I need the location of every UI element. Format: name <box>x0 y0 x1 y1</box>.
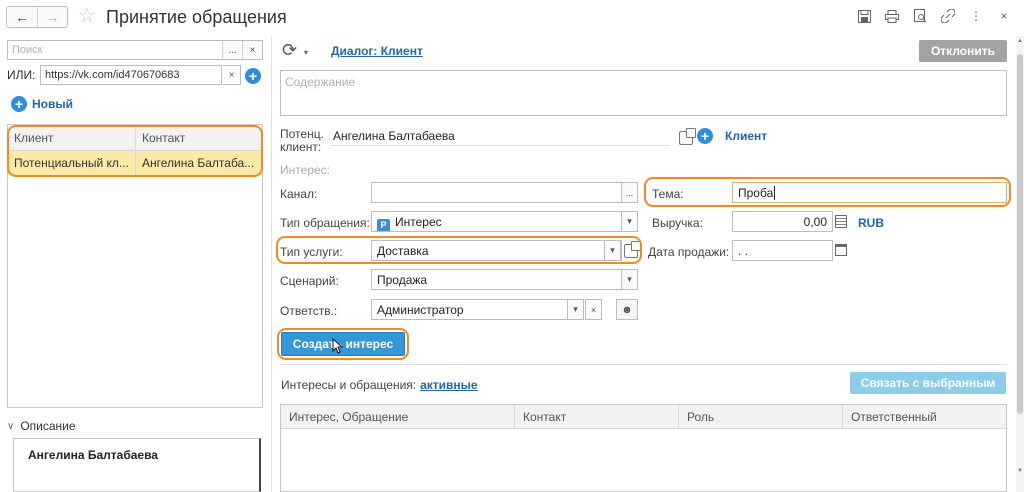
table-cell: Ангелина Балтаба... <box>142 156 255 170</box>
responsible-clear-button[interactable]: × <box>585 299 602 320</box>
service-type-label: Тип услуги: <box>280 245 343 259</box>
dialog-link[interactable]: Диалог: Клиент <box>331 44 423 58</box>
title-bar: ← → ☆ Принятие обращения ⋮ × <box>0 0 1024 34</box>
request-type-value: Интерес <box>395 215 442 229</box>
left-panel: ... × ИЛИ: https://vk.com/id470670683 × … <box>5 36 267 492</box>
content-input[interactable]: Содержание <box>280 70 1007 116</box>
interest-section-label: Интерес: <box>280 163 330 177</box>
new-label: Новый <box>32 97 73 111</box>
column-header[interactable]: Ответственный <box>843 405 1006 428</box>
ili-row: ИЛИ: https://vk.com/id470670683 × + <box>7 64 263 86</box>
select-user-button[interactable]: ☻ <box>616 299 638 320</box>
person-icon: ☻ <box>621 303 633 316</box>
forward-button[interactable]: → <box>36 7 67 27</box>
potential-client-label: Потенц. клиент: <box>280 127 324 154</box>
back-button[interactable]: ← <box>7 7 37 27</box>
back-arrow-icon: ← <box>14 9 29 25</box>
topic-field[interactable]: Проба <box>732 182 1007 203</box>
potential-client-field[interactable]: Ангелина Балтабаева <box>330 126 670 146</box>
interests-table: Интерес, Обращение Контакт Роль Ответств… <box>280 404 1007 492</box>
save-icon[interactable] <box>856 8 872 24</box>
window-title: Принятие обращения <box>106 7 287 27</box>
link-selected-button[interactable]: Связать с выбранным <box>850 372 1006 394</box>
request-type-field[interactable]: P Интерес <box>371 211 622 232</box>
nav-buttons: ← → <box>6 6 68 28</box>
responsible-field[interactable]: Администратор <box>371 299 568 320</box>
description-box: Ангелина Балтабаева <box>13 438 261 492</box>
ili-clear-button[interactable]: × <box>223 65 241 85</box>
window-toolbar: ⋮ × <box>856 8 1012 24</box>
scenario-label: Сценарий: <box>280 274 339 288</box>
channel-select-button[interactable]: ... <box>621 182 638 203</box>
revenue-label: Выручка: <box>652 216 703 230</box>
topic-value: Проба <box>738 186 774 200</box>
responsible-dropdown[interactable]: ▾ <box>567 299 584 320</box>
dropdown-arrow-icon[interactable]: ▾ <box>304 48 308 57</box>
search-input[interactable] <box>8 41 220 59</box>
mouse-cursor-icon <box>332 338 344 354</box>
column-header[interactable]: Роль <box>679 405 843 428</box>
column-header[interactable]: Интерес, Обращение <box>281 405 515 428</box>
panel-divider[interactable] <box>271 36 272 492</box>
client-table: Клиент Контакт Потенциальный кл... Ангел… <box>7 124 263 408</box>
open-icon[interactable] <box>624 241 641 258</box>
description-toggle[interactable]: ∨ Описание <box>7 416 263 436</box>
sale-date-label: Дата продажи: <box>648 245 730 259</box>
topic-label: Тема: <box>652 187 684 201</box>
history-icon[interactable]: ⟳ <box>282 41 297 59</box>
column-header[interactable]: Контакт <box>515 405 679 428</box>
revenue-field[interactable]: 0,00 <box>732 211 833 232</box>
scenario-dropdown[interactable]: ▾ <box>621 269 638 290</box>
service-type-dropdown[interactable]: ▾ <box>604 240 621 261</box>
new-button[interactable]: + Новый <box>11 96 73 112</box>
scroll-up-icon[interactable]: ▲ <box>1016 38 1024 48</box>
currency-link[interactable]: RUB <box>858 216 884 230</box>
ili-label: ИЛИ: <box>7 68 36 82</box>
close-icon[interactable]: × <box>996 8 1012 24</box>
column-header[interactable]: Контакт <box>136 125 262 150</box>
chevron-down-icon: ∨ <box>7 420 15 432</box>
channel-label: Канал: <box>280 187 318 201</box>
divider <box>280 364 1007 365</box>
interests-text: Интересы и обращения: <box>281 378 417 392</box>
search-clear-button[interactable]: × <box>242 41 262 59</box>
client-link[interactable]: Клиент <box>725 129 767 143</box>
request-type-dropdown[interactable]: ▾ <box>621 211 638 232</box>
search-more-button[interactable]: ... <box>222 41 242 59</box>
print-icon[interactable] <box>884 8 900 24</box>
responsible-label: Ответств.: <box>280 304 338 318</box>
open-icon[interactable] <box>679 128 696 145</box>
forward-arrow-icon: → <box>45 9 60 25</box>
description-label: Описание <box>20 419 76 433</box>
more-icon[interactable]: ⋮ <box>968 8 984 24</box>
plus-icon: + <box>11 96 27 112</box>
ili-input[interactable]: https://vk.com/id470670683 <box>40 65 222 85</box>
interests-filter-link[interactable]: активные <box>420 378 477 392</box>
preview-icon[interactable] <box>912 8 928 24</box>
scroll-down-icon[interactable]: ▼ <box>1016 468 1024 478</box>
vertical-scrollbar[interactable]: ▲ ▼ <box>1016 36 1024 492</box>
interests-label: Интересы и обращения: активные <box>281 378 478 392</box>
calculator-icon[interactable] <box>835 215 847 228</box>
table-header: Интерес, Обращение Контакт Роль Ответств… <box>281 405 1006 429</box>
interest-type-icon: P <box>377 219 390 231</box>
favorite-star-icon[interactable]: ☆ <box>78 5 96 27</box>
plus-icon[interactable]: + <box>697 128 713 144</box>
table-cell: Потенциальный кл... <box>8 151 136 175</box>
request-type-label: Тип обращения: <box>280 216 370 230</box>
column-header[interactable]: Клиент <box>8 125 136 150</box>
plus-icon[interactable]: + <box>245 68 261 84</box>
service-type-field[interactable]: Доставка <box>371 240 622 261</box>
scenario-field[interactable]: Продажа <box>371 269 622 290</box>
reject-button[interactable]: Отклонить <box>919 40 1007 62</box>
right-panel: ⟳ ▾ Диалог: Клиент Отклонить Содержание … <box>276 36 1016 492</box>
scroll-thumb[interactable] <box>1017 54 1023 414</box>
calendar-icon[interactable] <box>835 244 847 256</box>
table-header: Клиент Контакт <box>8 125 262 151</box>
table-row[interactable]: Потенциальный кл... Ангелина Балтаба... <box>8 151 262 175</box>
sale-date-field[interactable]: . . <box>732 240 833 261</box>
link-icon[interactable] <box>940 8 956 24</box>
channel-field[interactable] <box>371 182 622 203</box>
search-box: ... × <box>7 40 263 60</box>
